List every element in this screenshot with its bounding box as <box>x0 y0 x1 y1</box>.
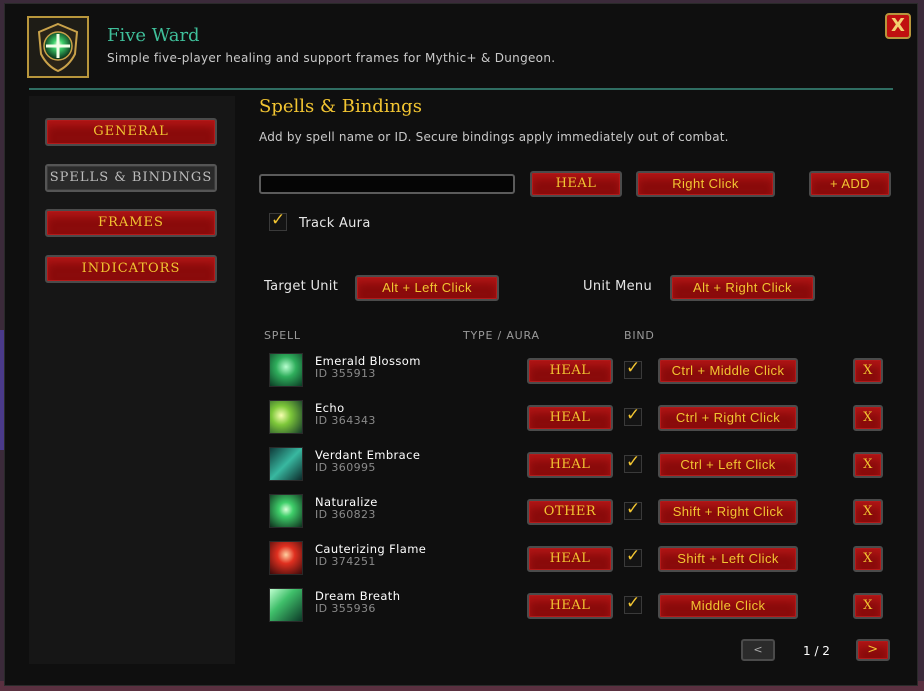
spell-type-button[interactable]: HEAL <box>527 593 613 619</box>
spell-type-button[interactable]: HEAL <box>527 546 613 572</box>
bind-checkbox[interactable]: ✓ <box>624 593 642 614</box>
bind-checkbox[interactable]: ✓ <box>624 452 642 473</box>
checkmark-icon: ✓ <box>626 546 641 566</box>
checkmark-icon: ✓ <box>626 452 641 472</box>
dream-breath-icon <box>269 588 303 622</box>
spell-name: Naturalize <box>315 495 378 509</box>
track-aura-label: Track Aura <box>299 216 371 231</box>
bind-checkbox[interactable]: ✓ <box>624 546 642 567</box>
spell-id: ID 360823 <box>315 508 376 521</box>
settings-window: Five Ward Simple five-player healing and… <box>4 3 918 686</box>
spell-type-button[interactable]: HEAL <box>527 452 613 478</box>
spell-type-button[interactable]: HEAL <box>527 358 613 384</box>
spell-row: Verdant Embrace ID 360995 HEAL ✓ Ctrl + … <box>263 445 893 485</box>
addon-logo-icon <box>27 16 89 78</box>
echo-icon <box>269 400 303 434</box>
section-title: Spells & Bindings <box>259 96 422 117</box>
spell-row: Echo ID 364343 HEAL ✓ Ctrl + Right Click… <box>263 398 893 438</box>
checkmark-icon: ✓ <box>626 499 641 519</box>
unit-menu-binding-button[interactable]: Alt + Right Click <box>670 275 815 301</box>
spell-binding-button[interactable]: Ctrl + Middle Click <box>658 358 798 384</box>
spell-row: Dream Breath ID 355936 HEAL ✓ Middle Cli… <box>263 586 893 626</box>
target-unit-label: Target Unit <box>264 279 339 294</box>
main-panel: Spells & Bindings Add by spell name or I… <box>259 96 909 676</box>
spell-id: ID 355913 <box>315 367 376 380</box>
type-select-button[interactable]: HEAL <box>530 171 622 197</box>
spell-type-button[interactable]: OTHER <box>527 499 613 525</box>
app-subtitle: Simple five-player healing and support f… <box>107 51 556 65</box>
spell-name: Dream Breath <box>315 589 401 603</box>
sidebar-item-general[interactable]: GENERAL <box>45 118 217 146</box>
remove-spell-button[interactable]: X <box>853 499 883 525</box>
spell-search-input[interactable] <box>259 174 515 194</box>
naturalize-icon <box>269 494 303 528</box>
spell-binding-button[interactable]: Ctrl + Right Click <box>658 405 798 431</box>
spell-binding-button[interactable]: Shift + Left Click <box>658 546 798 572</box>
bind-checkbox[interactable]: ✓ <box>624 405 642 426</box>
remove-spell-button[interactable]: X <box>853 593 883 619</box>
pager-next-button[interactable]: > <box>856 639 890 661</box>
checkmark-icon: ✓ <box>271 210 286 230</box>
close-button[interactable]: X <box>885 13 911 39</box>
column-header-bind: BIND <box>624 329 655 342</box>
verdant-embrace-icon <box>269 447 303 481</box>
spell-id: ID 374251 <box>315 555 376 568</box>
checkmark-icon: ✓ <box>626 405 641 425</box>
pager-indicator: 1 / 2 <box>803 644 830 658</box>
add-spell-button[interactable]: + ADD <box>809 171 891 197</box>
cauterizing-flame-icon <box>269 541 303 575</box>
checkmark-icon: ✓ <box>626 358 641 378</box>
bind-checkbox[interactable]: ✓ <box>624 358 642 379</box>
spell-row: Naturalize ID 360823 OTHER ✓ Shift + Rig… <box>263 492 893 532</box>
section-description: Add by spell name or ID. Secure bindings… <box>259 130 729 144</box>
checkmark-icon: ✓ <box>626 593 641 613</box>
bind-checkbox[interactable]: ✓ <box>624 499 642 520</box>
app-title: Five Ward <box>107 25 200 46</box>
emerald-blossom-icon <box>269 353 303 387</box>
unit-menu-label: Unit Menu <box>583 279 652 294</box>
spell-name: Emerald Blossom <box>315 354 421 368</box>
pager-prev-button[interactable]: < <box>741 639 775 661</box>
sidebar: GENERAL SPELLS & BINDINGS FRAMES INDICAT… <box>29 96 235 664</box>
remove-spell-button[interactable]: X <box>853 405 883 431</box>
spell-binding-button[interactable]: Ctrl + Left Click <box>658 452 798 478</box>
remove-spell-button[interactable]: X <box>853 358 883 384</box>
sidebar-item-frames[interactable]: FRAMES <box>45 209 217 237</box>
binding-select-button[interactable]: Right Click <box>636 171 775 197</box>
spell-type-button[interactable]: HEAL <box>527 405 613 431</box>
spell-binding-button[interactable]: Middle Click <box>658 593 798 619</box>
spell-binding-button[interactable]: Shift + Right Click <box>658 499 798 525</box>
header-divider <box>29 88 893 90</box>
target-unit-binding-button[interactable]: Alt + Left Click <box>355 275 499 301</box>
column-header-type: TYPE / AURA <box>463 329 540 342</box>
spell-name: Cauterizing Flame <box>315 542 427 556</box>
spell-row: Cauterizing Flame ID 374251 HEAL ✓ Shift… <box>263 539 893 579</box>
spell-id: ID 355936 <box>315 602 376 615</box>
track-aura-checkbox[interactable]: ✓ <box>269 210 287 231</box>
remove-spell-button[interactable]: X <box>853 452 883 478</box>
remove-spell-button[interactable]: X <box>853 546 883 572</box>
spell-name: Echo <box>315 401 345 415</box>
sidebar-item-spells-bindings[interactable]: SPELLS & BINDINGS <box>45 164 217 192</box>
sidebar-item-indicators[interactable]: INDICATORS <box>45 255 217 283</box>
spell-id: ID 364343 <box>315 414 376 427</box>
column-header-spell: SPELL <box>264 329 301 342</box>
spell-name: Verdant Embrace <box>315 448 421 462</box>
spell-id: ID 360995 <box>315 461 376 474</box>
spell-row: Emerald Blossom ID 355913 HEAL ✓ Ctrl + … <box>263 351 893 391</box>
